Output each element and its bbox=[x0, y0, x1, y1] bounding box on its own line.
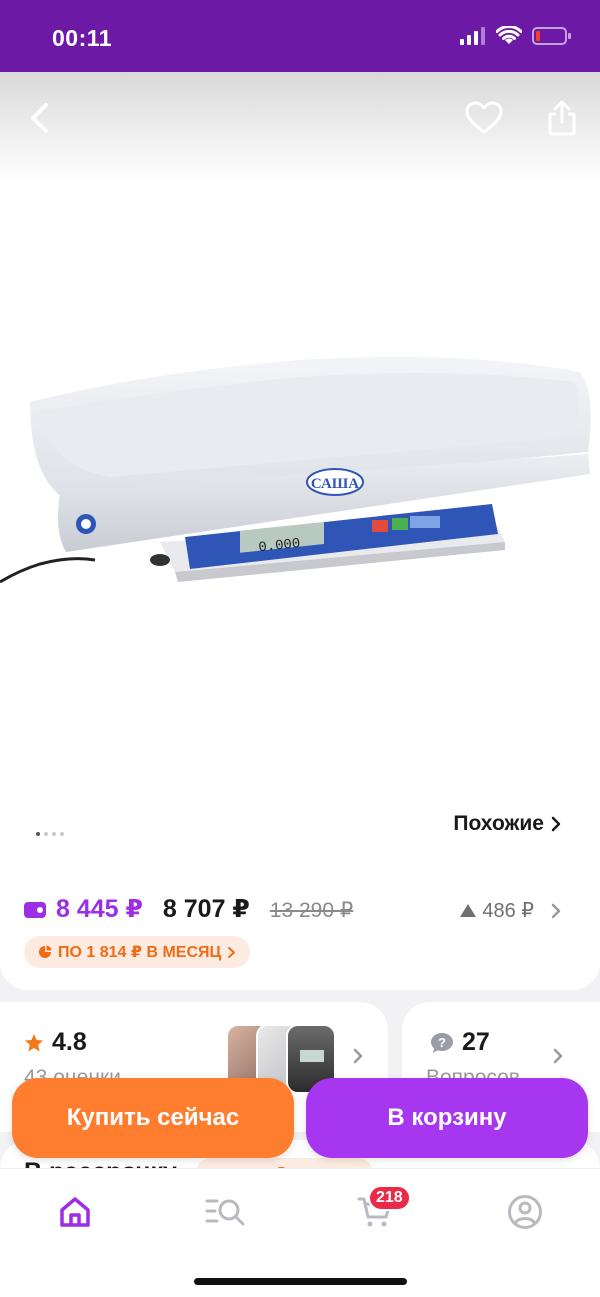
buy-now-button[interactable]: Купить сейчас bbox=[12, 1078, 294, 1158]
price-drop-value: 486 ₽ bbox=[482, 900, 534, 922]
review-photo-display bbox=[300, 1050, 324, 1062]
product-image: 0.000 САША bbox=[0, 356, 591, 584]
brand-badge: САША bbox=[311, 476, 359, 492]
installment-text: ПО 1 814 ₽ В МЕСЯЦ bbox=[58, 944, 222, 961]
gallery-dot bbox=[52, 832, 56, 836]
status-bar: 00:11 bbox=[0, 0, 600, 72]
gallery-dot bbox=[36, 832, 40, 836]
current-price: 8 707 ₽ bbox=[162, 895, 250, 923]
price-row: 8 445 ₽ 8 707 ₽ 13 290 ₽ bbox=[24, 894, 353, 924]
price-drop-link[interactable]: 486 ₽ bbox=[460, 898, 562, 923]
wifi-icon bbox=[496, 26, 522, 44]
old-price: 13 290 ₽ bbox=[269, 899, 354, 922]
favorite-button[interactable] bbox=[462, 96, 506, 140]
signal-icon bbox=[460, 27, 485, 45]
back-button[interactable] bbox=[18, 96, 62, 140]
home-indicator bbox=[194, 1278, 407, 1285]
chevron-right-icon bbox=[551, 903, 561, 918]
rating-value: 4.8 bbox=[52, 1028, 87, 1056]
cart-count-badge: 218 bbox=[368, 1185, 411, 1211]
chevron-left-icon bbox=[31, 103, 48, 133]
add-to-cart-button[interactable]: В корзину bbox=[306, 1078, 588, 1158]
rating-summary: 4.8 bbox=[24, 1028, 87, 1057]
catalog-search-icon bbox=[205, 1199, 245, 1226]
share-icon bbox=[548, 100, 576, 136]
wallet-price[interactable]: 8 445 ₽ bbox=[24, 894, 143, 924]
tab-profile[interactable] bbox=[495, 1187, 555, 1237]
battery-icon bbox=[532, 27, 571, 45]
heart-icon bbox=[465, 101, 503, 134]
gallery-dot bbox=[60, 832, 64, 836]
chevron-right-icon bbox=[228, 946, 236, 958]
chevron-right-icon bbox=[353, 1048, 363, 1064]
gallery-pagination bbox=[36, 832, 64, 836]
pie-chart-icon bbox=[39, 945, 52, 958]
home-icon bbox=[60, 1197, 90, 1227]
share-button[interactable] bbox=[540, 96, 584, 140]
tab-catalog-search[interactable] bbox=[195, 1187, 255, 1237]
product-page: 00:11 0.000 САША Похожие 8 445 ₽ 8 707 ₽… bbox=[0, 0, 600, 1297]
wallet-price-value: 8 445 ₽ bbox=[56, 895, 143, 923]
svg-text:?: ? bbox=[438, 1035, 446, 1050]
questions-summary: ? 27 bbox=[430, 1028, 490, 1057]
price-card: 8 445 ₽ 8 707 ₽ 13 290 ₽ 486 ₽ ПО 1 814 … bbox=[0, 850, 600, 990]
gallery-top-fade bbox=[0, 72, 600, 182]
status-time: 00:11 bbox=[52, 25, 113, 51]
similar-products-link[interactable]: Похожие bbox=[453, 812, 562, 836]
status-icons bbox=[460, 26, 572, 46]
gallery-dot bbox=[44, 832, 48, 836]
question-bubble-icon: ? bbox=[431, 1032, 453, 1053]
star-icon bbox=[25, 1033, 43, 1051]
tab-home[interactable] bbox=[45, 1187, 105, 1237]
questions-count: 27 bbox=[462, 1028, 490, 1056]
arrow-up-icon bbox=[460, 904, 477, 917]
wallet-icon bbox=[24, 902, 46, 918]
chevron-right-icon bbox=[553, 1048, 563, 1064]
installment-badge[interactable]: ПО 1 814 ₽ В МЕСЯЦ bbox=[24, 936, 251, 968]
similar-label: Похожие bbox=[453, 812, 544, 835]
product-gallery[interactable]: 0.000 САША Похожие bbox=[0, 72, 600, 850]
profile-icon bbox=[508, 1195, 542, 1229]
chevron-right-icon bbox=[551, 816, 561, 832]
